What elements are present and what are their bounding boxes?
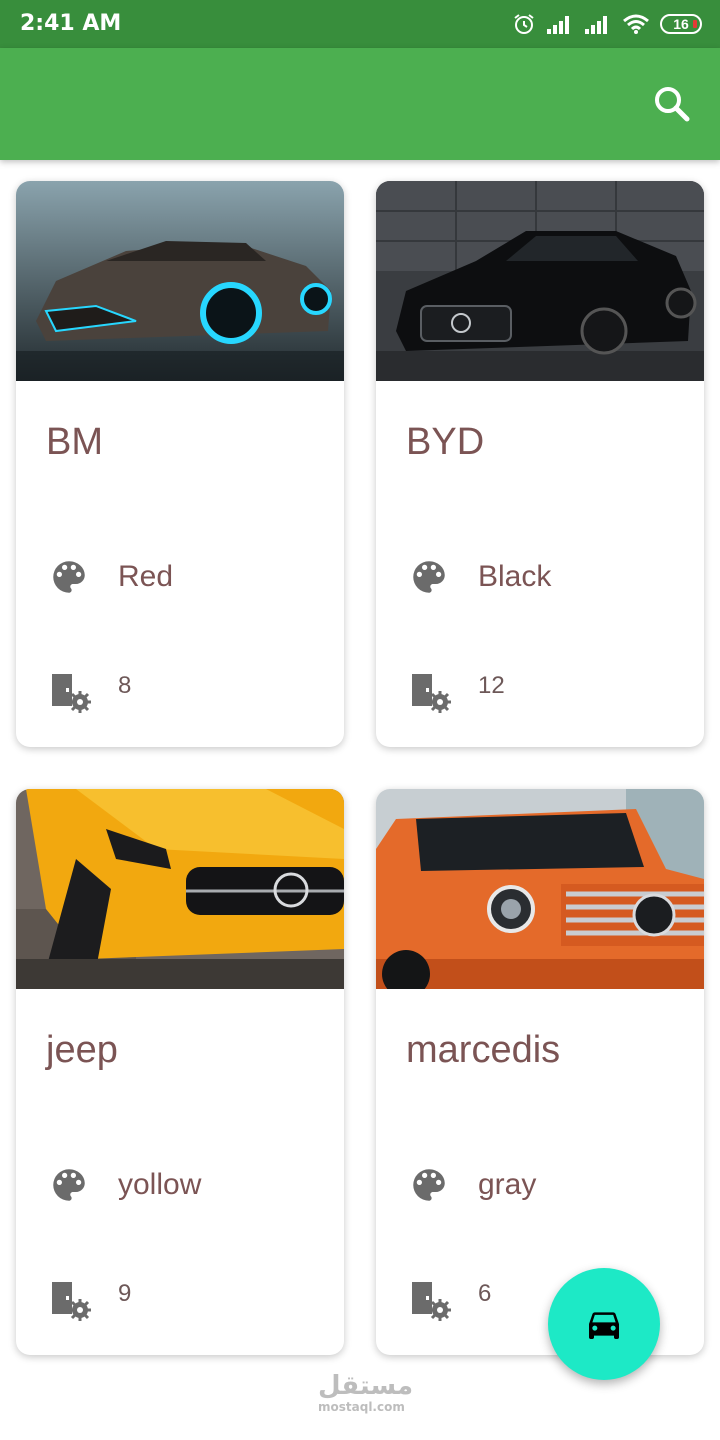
signal-icon bbox=[547, 16, 569, 34]
car-doors-row: 8 bbox=[50, 671, 131, 715]
car-icon bbox=[589, 1312, 619, 1339]
palette-icon bbox=[413, 561, 445, 593]
car-color: Black bbox=[478, 560, 552, 593]
car-card[interactable]: BM Red 8 bbox=[16, 181, 344, 747]
car-color-row: gray bbox=[408, 1161, 536, 1209]
palette-icon bbox=[53, 561, 85, 593]
door-settings-icon bbox=[412, 1282, 451, 1321]
car-color: gray bbox=[478, 1168, 537, 1201]
car-doors: 9 bbox=[118, 1280, 132, 1307]
door-settings-icon bbox=[52, 674, 91, 713]
car-card[interactable]: marcedis gray 6 bbox=[376, 789, 704, 1355]
car-doors: 6 bbox=[478, 1280, 492, 1307]
watermark-arabic: مستقل bbox=[318, 1371, 414, 1401]
car-doors-row: 6 bbox=[410, 1279, 491, 1323]
watermark-latin: mostaql.com bbox=[318, 1400, 405, 1414]
palette-icon bbox=[53, 1169, 85, 1201]
car-photo bbox=[16, 181, 344, 381]
car-photo bbox=[16, 789, 344, 989]
car-color: Red bbox=[118, 560, 174, 593]
car-card[interactable]: jeep yollow 9 bbox=[16, 789, 344, 1355]
door-settings-icon bbox=[412, 674, 451, 713]
signal-icon bbox=[585, 16, 607, 34]
watermark: مستقل mostaql.com bbox=[318, 1371, 414, 1414]
alarm-icon bbox=[514, 14, 534, 34]
app-bar bbox=[0, 48, 720, 160]
wifi-icon bbox=[623, 14, 649, 34]
add-car-button[interactable] bbox=[548, 1268, 660, 1380]
battery-icon: 16 bbox=[660, 14, 702, 34]
car-color: yollow bbox=[118, 1168, 202, 1201]
status-time: 2:41 AM bbox=[20, 11, 122, 36]
battery-level: 16 bbox=[673, 16, 689, 32]
car-color-row: yollow bbox=[48, 1161, 201, 1209]
status-bar: 2:41 AM 16 bbox=[0, 0, 720, 48]
car-card[interactable]: BYD Black 12 bbox=[376, 181, 704, 747]
car-doors-row: 9 bbox=[50, 1279, 131, 1323]
car-photo bbox=[376, 181, 704, 381]
car-color-row: Red bbox=[48, 553, 173, 601]
door-settings-icon bbox=[52, 1282, 91, 1321]
car-doors: 8 bbox=[118, 672, 132, 699]
car-name: marcedis bbox=[406, 1029, 561, 1071]
palette-icon bbox=[413, 1169, 445, 1201]
search-button[interactable] bbox=[652, 84, 692, 124]
car-name: BM bbox=[46, 421, 103, 463]
car-color-row: Black bbox=[408, 553, 551, 601]
status-icons: 16 bbox=[512, 11, 702, 37]
car-photo bbox=[376, 789, 704, 989]
car-doors: 12 bbox=[478, 672, 505, 699]
car-name: BYD bbox=[406, 421, 485, 463]
car-name: jeep bbox=[46, 1029, 118, 1071]
car-doors-row: 12 bbox=[410, 671, 505, 715]
search-icon bbox=[655, 87, 690, 122]
